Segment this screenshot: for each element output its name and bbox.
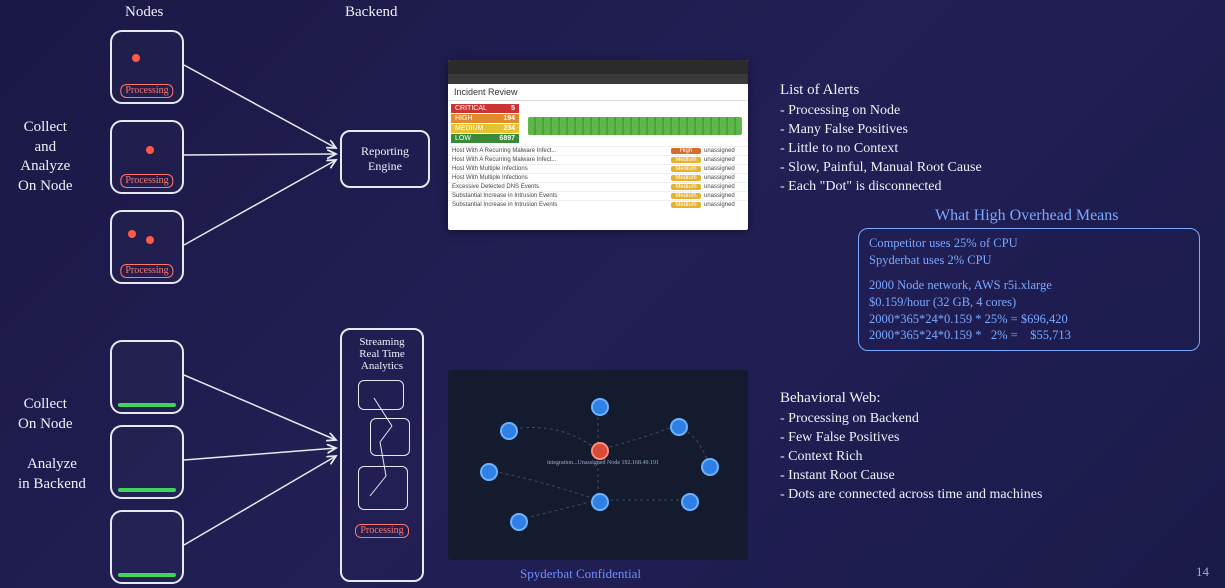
list-item: - Instant Root Cause bbox=[780, 467, 1042, 486]
list-item: - Processing on Backend bbox=[780, 410, 1042, 429]
alerts-title: List of Alerts bbox=[780, 80, 982, 100]
graph-node-icon bbox=[510, 513, 528, 531]
table-row: Host With Multiple InfectionsMediumunass… bbox=[448, 173, 748, 182]
mini-group-1 bbox=[358, 380, 404, 410]
node-bottom-1 bbox=[110, 340, 184, 414]
graph-node-icon bbox=[701, 458, 719, 476]
overhead-line: 2000 Node network, AWS r5i.xlarge bbox=[869, 277, 1189, 294]
page-number: 14 bbox=[1196, 564, 1209, 580]
list-item: - Many False Positives bbox=[780, 121, 982, 140]
table-row: Host With Multiple InfectionsMediumunass… bbox=[448, 164, 748, 173]
timeline-strip bbox=[528, 117, 742, 135]
graph-node-icon bbox=[681, 493, 699, 511]
node-top-2: Processing bbox=[110, 120, 184, 194]
processing-tag: Processing bbox=[355, 524, 408, 538]
green-bar-icon bbox=[118, 573, 176, 577]
processing-tag: Processing bbox=[120, 174, 173, 188]
side-label-bottom-b: Analyze in Backend bbox=[18, 455, 86, 494]
table-row: Substantial Increase in Intrusion Events… bbox=[448, 200, 748, 209]
table-row: Host With A Recurring Malware Infect...H… bbox=[448, 146, 748, 155]
overhead-line: 2000*365*24*0.159 * 2% = $55,713 bbox=[869, 327, 1189, 344]
list-item: - Few False Positives bbox=[780, 429, 1042, 448]
node-top-1: Processing bbox=[110, 30, 184, 104]
mock-nav bbox=[448, 74, 748, 84]
list-item: - Context Rich bbox=[780, 448, 1042, 467]
incident-table: Host With A Recurring Malware Infect...H… bbox=[448, 146, 748, 209]
overhead-line: 2000*365*24*0.159 * 25% = $696,420 bbox=[869, 311, 1189, 328]
mini-group-3 bbox=[358, 466, 408, 510]
col-header-nodes: Nodes bbox=[125, 4, 163, 21]
table-row: Host With A Recurring Malware Infect...M… bbox=[448, 155, 748, 164]
graph-node-icon bbox=[670, 418, 688, 436]
col-header-backend: Backend bbox=[345, 4, 397, 21]
overhead-title: What High Overhead Means bbox=[935, 207, 1119, 225]
list-item: - Each "Dot" is disconnected bbox=[780, 178, 982, 197]
streaming-analytics-box: Streaming Real Time Analytics Processing bbox=[340, 328, 424, 582]
dot-icon bbox=[132, 54, 140, 62]
incident-review-screenshot: Incident Review CRITICAL5 HIGH194 MEDIUM… bbox=[448, 60, 748, 230]
web-list: Behavioral Web: - Processing on Backend … bbox=[780, 388, 1042, 505]
list-item: - Processing on Node bbox=[780, 102, 982, 121]
node-bottom-3 bbox=[110, 510, 184, 584]
graph-center-label: integration...Unassigned Node 192.168.49… bbox=[538, 460, 668, 466]
dot-icon bbox=[146, 146, 154, 154]
side-label-bottom-a: Collect On Node bbox=[18, 395, 73, 434]
green-bar-icon bbox=[118, 403, 176, 407]
mini-graph bbox=[354, 378, 410, 518]
severity-list: CRITICAL5 HIGH194 MEDIUM234 LOW6897 bbox=[448, 101, 522, 146]
table-row: Excessive Detected DNS EventsMediumunass… bbox=[448, 182, 748, 191]
node-bottom-2 bbox=[110, 425, 184, 499]
web-title: Behavioral Web: bbox=[780, 388, 1042, 408]
list-item: - Dots are connected across time and mac… bbox=[780, 486, 1042, 505]
overhead-box: Competitor uses 25% of CPU Spyderbat use… bbox=[858, 228, 1200, 351]
dot-icon bbox=[146, 236, 154, 244]
graph-node-alert-icon bbox=[591, 442, 609, 460]
streaming-label: Streaming Real Time Analytics bbox=[359, 336, 405, 372]
overhead-line: $0.159/hour (32 GB, 4 cores) bbox=[869, 294, 1189, 311]
mini-group-2 bbox=[370, 418, 410, 456]
side-label-top: Collect and Analyze On Node bbox=[18, 118, 73, 196]
green-bar-icon bbox=[118, 488, 176, 492]
sev-low: LOW6897 bbox=[451, 134, 519, 143]
processing-tag: Processing bbox=[120, 264, 173, 278]
overhead-line: Spyderbat uses 2% CPU bbox=[869, 252, 1189, 269]
table-row: Substantial Increase in Intrusion Events… bbox=[448, 191, 748, 200]
spyderbat-graph-screenshot: integration...Unassigned Node 192.168.49… bbox=[448, 370, 748, 560]
mock-appbar bbox=[448, 60, 748, 74]
graph-node-icon bbox=[500, 422, 518, 440]
sev-high: HIGH194 bbox=[451, 114, 519, 123]
processing-tag: Processing bbox=[120, 84, 173, 98]
list-item: - Slow, Painful, Manual Root Cause bbox=[780, 159, 982, 178]
alerts-list: List of Alerts - Processing on Node - Ma… bbox=[780, 80, 982, 197]
overhead-line: Competitor uses 25% of CPU bbox=[869, 235, 1189, 252]
sev-medium: MEDIUM234 bbox=[451, 124, 519, 133]
timeline-area bbox=[522, 101, 748, 146]
list-item: - Little to no Context bbox=[780, 140, 982, 159]
reporting-engine-box: Reporting Engine bbox=[340, 130, 430, 188]
node-top-3: Processing bbox=[110, 210, 184, 284]
graph-node-icon bbox=[480, 463, 498, 481]
dot-icon bbox=[128, 230, 136, 238]
sev-critical: CRITICAL5 bbox=[451, 104, 519, 113]
graph-node-icon bbox=[591, 493, 609, 511]
incident-review-title: Incident Review bbox=[448, 84, 748, 101]
graph-node-icon bbox=[591, 398, 609, 416]
footer-confidential: Spyderbat Confidential bbox=[520, 566, 641, 582]
